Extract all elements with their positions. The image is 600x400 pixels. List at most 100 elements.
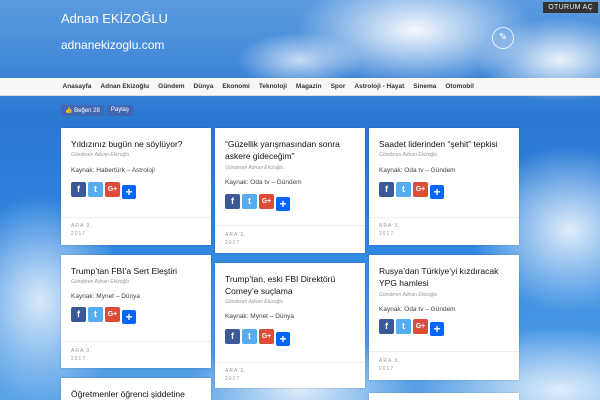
social-bar: 👍 Beğen 28 Paylaş (61, 105, 133, 116)
post-source: Kaynak: Oda tv – Gündem (225, 179, 302, 186)
nav-item-ekonomi[interactable]: Ekonomi (218, 83, 254, 90)
post-author: Gönderen Adnan Ekizoğlu (225, 165, 284, 171)
post-date-day: ARA 3, (379, 358, 401, 364)
facebook-icon[interactable]: f (379, 319, 394, 334)
post-author: Gönderen Adnan Ekizoğlu (379, 152, 438, 158)
post-date-day: ARA 3, (225, 232, 247, 238)
card-divider (369, 351, 519, 352)
twitter-icon[interactable]: t (88, 307, 103, 322)
post-card: Saadet liderinden “şehit” tepkisi Gönder… (369, 128, 519, 245)
nav-item-astroloji-hayat[interactable]: Astroloji - Hayat (350, 83, 409, 90)
post-title[interactable]: Trump’tan FBI’a Sert Eleştiri (71, 265, 203, 277)
share-row: f t G+ + (71, 182, 136, 199)
post-card: “Güzellik yarışmasından sonra askere gid… (215, 128, 365, 253)
googleplus-icon[interactable]: G+ (105, 307, 120, 322)
add-share-icon[interactable]: + (122, 185, 136, 199)
post-date-year: 2017 (225, 376, 241, 382)
share-row: f t G+ + (379, 319, 444, 336)
card-divider (369, 217, 519, 218)
post-date-year: 2017 (71, 356, 87, 362)
post-author: Gönderen Adnan Ekizoğlu (71, 152, 130, 158)
login-button[interactable]: OTURUM AÇ (543, 2, 598, 13)
post-source: Kaynak: Mynet – Dünya (225, 313, 295, 320)
nav-item-otomobil[interactable]: Otomobil (441, 83, 479, 90)
add-share-icon[interactable]: + (122, 310, 136, 324)
post-source: Kaynak: Oda tv – Gündem (379, 306, 456, 313)
like-label: Beğen 28 (74, 108, 100, 114)
site-header: Adnan EKİZOĞLU adnanekizoglu.com ✎ OTURU… (0, 0, 600, 78)
add-share-icon[interactable]: + (430, 322, 444, 336)
card-divider (215, 225, 365, 226)
facebook-icon[interactable]: f (71, 182, 86, 197)
post-date-day: ARA 3, (71, 223, 93, 229)
post-date-day: ARA 3, (225, 368, 247, 374)
post-date: ARA 3, 2017 (379, 222, 401, 238)
nav-item-gundem[interactable]: Gündem (154, 83, 189, 90)
share-row: f t G+ + (225, 194, 290, 211)
googleplus-icon[interactable]: G+ (413, 182, 428, 197)
nav-item-teknoloji[interactable]: Teknoloji (254, 83, 291, 90)
post-date: ARA 3, 2017 (71, 347, 93, 363)
nav-item-magazin[interactable]: Magazin (291, 83, 326, 90)
post-card (369, 393, 519, 400)
nav-item-adnan-ekizoglu[interactable]: Adnan Ekizoğlu (96, 83, 154, 90)
post-card: Yıldızınız bugün ne söylüyor? Gönderen A… (61, 128, 211, 245)
add-share-icon[interactable]: + (430, 185, 444, 199)
post-title[interactable]: Yıldızınız bugün ne söylüyor? (71, 138, 203, 150)
add-share-icon[interactable]: + (276, 332, 290, 346)
post-date: ARA 3, 2017 (225, 231, 247, 247)
facebook-icon[interactable]: f (379, 182, 394, 197)
nav-item-spor[interactable]: Spor (326, 83, 350, 90)
main-nav: Anasayfa Adnan Ekizoğlu Gündem Dünya Eko… (0, 78, 600, 96)
post-author: Gönderen Adnan Ekizoğlu (225, 299, 284, 305)
facebook-icon[interactable]: f (225, 329, 240, 344)
post-title[interactable]: Trump’tan, eski FBI Direktörü Comey’e su… (225, 273, 357, 297)
card-divider (215, 362, 365, 363)
header-logo-icon: ✎ (492, 27, 514, 49)
nav-item-dunya[interactable]: Dünya (189, 83, 218, 90)
post-title[interactable]: “Güzellik yarışmasından sonra askere gid… (225, 138, 357, 162)
site-title[interactable]: Adnan EKİZOĞLU (61, 11, 168, 26)
post-date-day: ARA 3, (379, 223, 401, 229)
twitter-icon[interactable]: t (396, 182, 411, 197)
twitter-icon[interactable]: t (396, 319, 411, 334)
post-card: Trump’tan, eski FBI Direktörü Comey’e su… (215, 263, 365, 388)
thumbs-up-icon: 👍 (65, 108, 73, 114)
post-date-year: 2017 (71, 231, 87, 237)
facebook-share-button[interactable]: Paylaş (106, 105, 133, 116)
googleplus-icon[interactable]: G+ (259, 329, 274, 344)
post-title[interactable]: Öğretmenler öğrenci şiddetine (71, 388, 203, 400)
post-source: Kaynak: Oda tv – Gündem (379, 167, 456, 174)
post-author: Gönderen Adnan Ekizoğlu (379, 292, 438, 298)
twitter-icon[interactable]: t (242, 329, 257, 344)
googleplus-icon[interactable]: G+ (413, 319, 428, 334)
site-url[interactable]: adnanekizoglu.com (61, 38, 164, 52)
post-card: Rusya’dan Türkiye’yi kızdıracak YPG haml… (369, 255, 519, 380)
googleplus-icon[interactable]: G+ (105, 182, 120, 197)
facebook-icon[interactable]: f (225, 194, 240, 209)
post-author: Gönderen Adnan Ekizoğlu (71, 279, 130, 285)
facebook-icon[interactable]: f (71, 307, 86, 322)
post-date-year: 2017 (379, 366, 395, 372)
post-date: ARA 3, 2017 (225, 367, 247, 383)
nav-item-anasayfa[interactable]: Anasayfa (58, 83, 96, 90)
post-title[interactable]: Rusya’dan Türkiye’yi kızdıracak YPG haml… (379, 265, 511, 289)
post-date-year: 2017 (225, 240, 241, 246)
facebook-like-button[interactable]: 👍 Beğen 28 (61, 105, 104, 116)
nav-item-sinema[interactable]: Sinema (409, 83, 441, 90)
card-divider (61, 341, 211, 342)
share-row: f t G+ + (71, 307, 136, 324)
post-date-year: 2017 (379, 231, 395, 237)
post-date: ARA 3, 2017 (71, 222, 93, 238)
googleplus-icon[interactable]: G+ (259, 194, 274, 209)
post-title[interactable]: Saadet liderinden “şehit” tepkisi (379, 138, 511, 150)
twitter-icon[interactable]: t (88, 182, 103, 197)
post-card: Trump’tan FBI’a Sert Eleştiri Gönderen A… (61, 255, 211, 368)
twitter-icon[interactable]: t (242, 194, 257, 209)
share-row: f t G+ + (225, 329, 290, 346)
post-date-day: ARA 3, (71, 348, 93, 354)
add-share-icon[interactable]: + (276, 197, 290, 211)
post-date: ARA 3, 2017 (379, 357, 401, 373)
share-row: f t G+ + (379, 182, 444, 199)
post-source: Kaynak: Mynet – Dünya (71, 293, 141, 300)
